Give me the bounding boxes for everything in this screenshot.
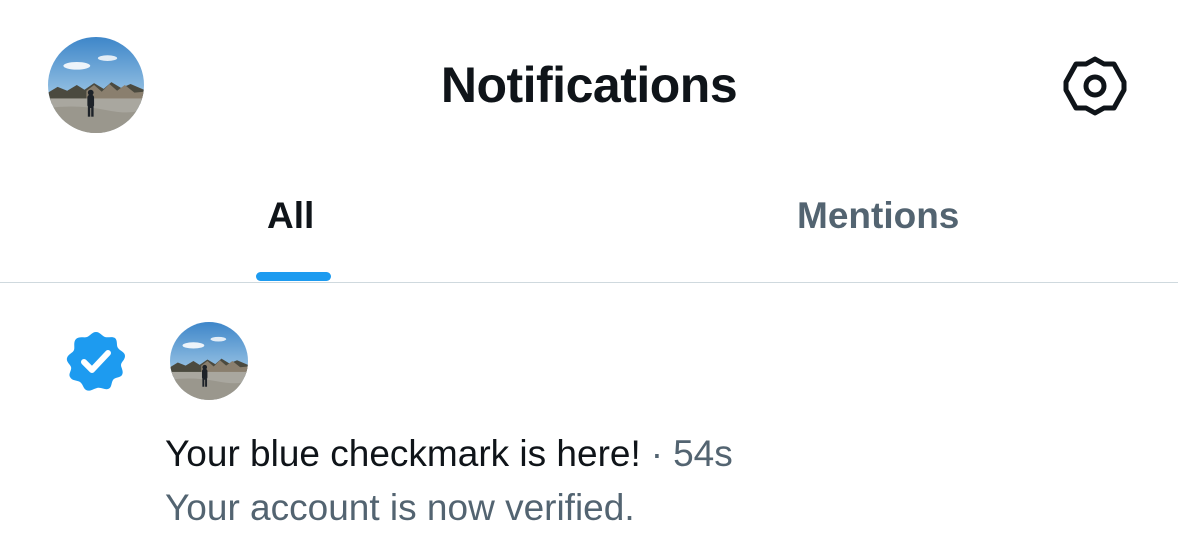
tab-all[interactable]: All <box>0 170 589 282</box>
top-app-bar: Notifications <box>0 0 1178 170</box>
tab-all-label: All <box>267 195 315 236</box>
gear-icon <box>1063 56 1127 116</box>
notification-separator: · <box>650 433 664 474</box>
tab-mentions-label: Mentions <box>797 195 960 236</box>
notification-headline: Your blue checkmark is here! · 54s <box>165 432 733 476</box>
notification-tabs: All Mentions <box>0 170 1178 283</box>
verified-badge-icon <box>64 329 128 393</box>
notification-avatar[interactable] <box>170 322 248 400</box>
active-tab-indicator <box>256 272 331 281</box>
notification-timestamp: 54s <box>673 433 733 474</box>
settings-button[interactable] <box>1060 51 1130 121</box>
tab-mentions[interactable]: Mentions <box>589 170 1178 282</box>
notification-title: Your blue checkmark is here! <box>165 433 641 474</box>
notification-body: Your account is now verified. <box>165 487 635 528</box>
page-title: Notifications <box>440 57 738 113</box>
